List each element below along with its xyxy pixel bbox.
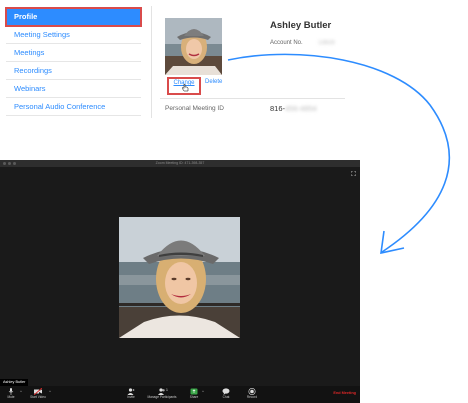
settings-sidebar: Profile Meeting Settings Meetings Record… [5, 7, 142, 116]
window-titlebar: Zoom Meeting ID: 471-398-357 [0, 160, 360, 167]
pmi-blurred-digits: 456-4854 [285, 104, 317, 113]
hand-cursor-icon [182, 84, 189, 92]
chat-label: Chat [222, 395, 230, 399]
participants-icon [158, 388, 165, 395]
manage-participants-button[interactable]: Manage Participants 1 [144, 388, 180, 402]
share-label: Share [189, 395, 199, 399]
sidebar-item-recordings[interactable]: Recordings [6, 62, 141, 80]
user-name: Ashley Butler [270, 20, 332, 31]
invite-person-icon [127, 388, 135, 395]
share-options-chevron-icon[interactable]: ^ [202, 389, 204, 394]
mute-button[interactable]: Mute [4, 388, 18, 402]
personal-meeting-id-value: 816-456-4854 [270, 104, 317, 113]
meeting-window: Zoom Meeting ID: 471-398-357 Ashley Butl… [0, 160, 360, 403]
manage-participants-label: Manage Participants [147, 395, 177, 399]
share-button[interactable]: Share [187, 388, 201, 402]
fullscreen-icon[interactable] [351, 171, 356, 176]
chat-bubble-icon [222, 388, 230, 395]
personal-meeting-id-label: Personal Meeting ID [165, 105, 224, 112]
audio-options-chevron-icon[interactable]: ^ [20, 389, 22, 394]
record-button[interactable]: Record [245, 388, 259, 402]
delete-picture-link[interactable]: Delete [205, 79, 222, 85]
invite-button[interactable]: Invite [124, 388, 138, 402]
profile-picture-actions: Change Delete [167, 77, 227, 95]
video-options-chevron-icon[interactable]: ^ [49, 389, 51, 394]
mute-label: Mute [7, 395, 15, 399]
profile-picture [165, 18, 222, 75]
divider [151, 6, 152, 118]
pmi-prefix: 816- [270, 104, 286, 113]
account-number-label: Account No. [270, 40, 303, 46]
participant-video [119, 217, 240, 338]
sidebar-item-meeting-settings[interactable]: Meeting Settings [6, 26, 141, 44]
video-camera-off-icon [34, 388, 42, 395]
sidebar-item-profile[interactable]: Profile [5, 7, 142, 27]
sidebar-item-webinars[interactable]: Webinars [6, 80, 141, 98]
participants-count: 1 [166, 388, 168, 392]
sidebar-item-meetings[interactable]: Meetings [6, 44, 141, 62]
invite-label: Invite [127, 395, 135, 399]
divider [160, 98, 345, 99]
share-screen-icon [190, 388, 198, 395]
sidebar-item-personal-audio-conference[interactable]: Personal Audio Conference [6, 98, 141, 116]
meeting-toolbar: Mute ^ Start Video ^ Invite Manage Parti… [0, 386, 360, 403]
chat-button[interactable]: Chat [219, 388, 233, 402]
microphone-icon [8, 388, 14, 395]
participant-name-tag: Ashley Butler [0, 379, 29, 386]
record-icon [248, 388, 256, 395]
start-video-button[interactable]: Start Video [27, 388, 49, 402]
account-number-value: 13828 [318, 40, 335, 46]
end-meeting-button[interactable]: End Meeting [333, 391, 356, 395]
start-video-label: Start Video [30, 395, 46, 399]
window-title: Zoom Meeting ID: 471-398-357 [155, 161, 205, 165]
record-label: Record [246, 395, 258, 399]
